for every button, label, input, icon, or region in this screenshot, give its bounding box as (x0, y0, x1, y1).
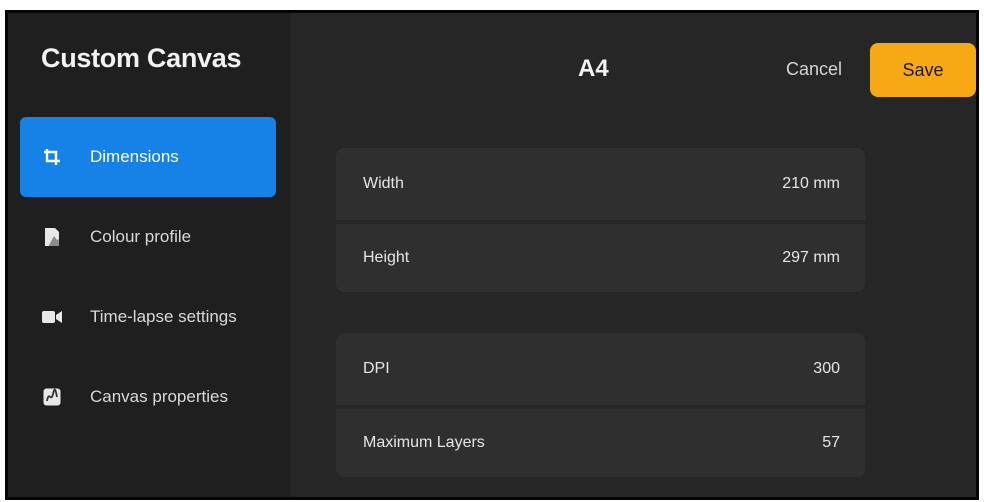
sidebar: Custom Canvas Dimensions Colour profile … (8, 13, 291, 497)
sidebar-item-label: Colour profile (90, 227, 192, 246)
size-settings-group: Width 210 mm Height 297 mm (336, 148, 865, 292)
resolution-settings-group: DPI 300 Maximum Layers 57 (336, 333, 865, 477)
maximum-layers-label: Maximum Layers (363, 434, 485, 451)
custom-canvas-dialog: Custom Canvas Dimensions Colour profile … (5, 10, 979, 500)
height-row[interactable]: Height 297 mm (336, 220, 865, 292)
sidebar-title: Custom Canvas (41, 43, 242, 73)
crop-icon (42, 147, 62, 167)
height-label: Height (363, 249, 410, 266)
sidebar-item-label: Time-lapse settings (90, 307, 237, 326)
dpi-value: 300 (813, 360, 840, 377)
sidebar-item-label: Dimensions (90, 147, 179, 166)
width-row[interactable]: Width 210 mm (336, 148, 865, 220)
sidebar-item-time-lapse-settings[interactable]: Time-lapse settings (20, 277, 276, 357)
sidebar-item-label: Canvas properties (90, 387, 228, 406)
canvas-properties-icon (42, 387, 62, 407)
dpi-row[interactable]: DPI 300 (336, 333, 865, 405)
maximum-layers-row: Maximum Layers 57 (336, 405, 865, 477)
sidebar-nav: Dimensions Colour profile Time-lapse set… (20, 117, 276, 437)
width-label: Width (363, 175, 404, 192)
screenshot-frame: Custom Canvas Dimensions Colour profile … (0, 0, 984, 502)
page-title: A4 (578, 55, 609, 82)
sidebar-item-canvas-properties[interactable]: Canvas properties (20, 357, 276, 437)
save-button[interactable]: Save (870, 43, 976, 97)
colour-profile-icon (42, 227, 62, 247)
sidebar-item-dimensions[interactable]: Dimensions (20, 117, 276, 197)
height-value: 297 mm (782, 249, 840, 266)
sidebar-item-colour-profile[interactable]: Colour profile (20, 197, 276, 277)
maximum-layers-value: 57 (822, 434, 840, 451)
video-camera-icon (42, 307, 62, 327)
width-value: 210 mm (782, 175, 840, 192)
cancel-button[interactable]: Cancel (786, 59, 842, 80)
dpi-label: DPI (363, 360, 390, 377)
